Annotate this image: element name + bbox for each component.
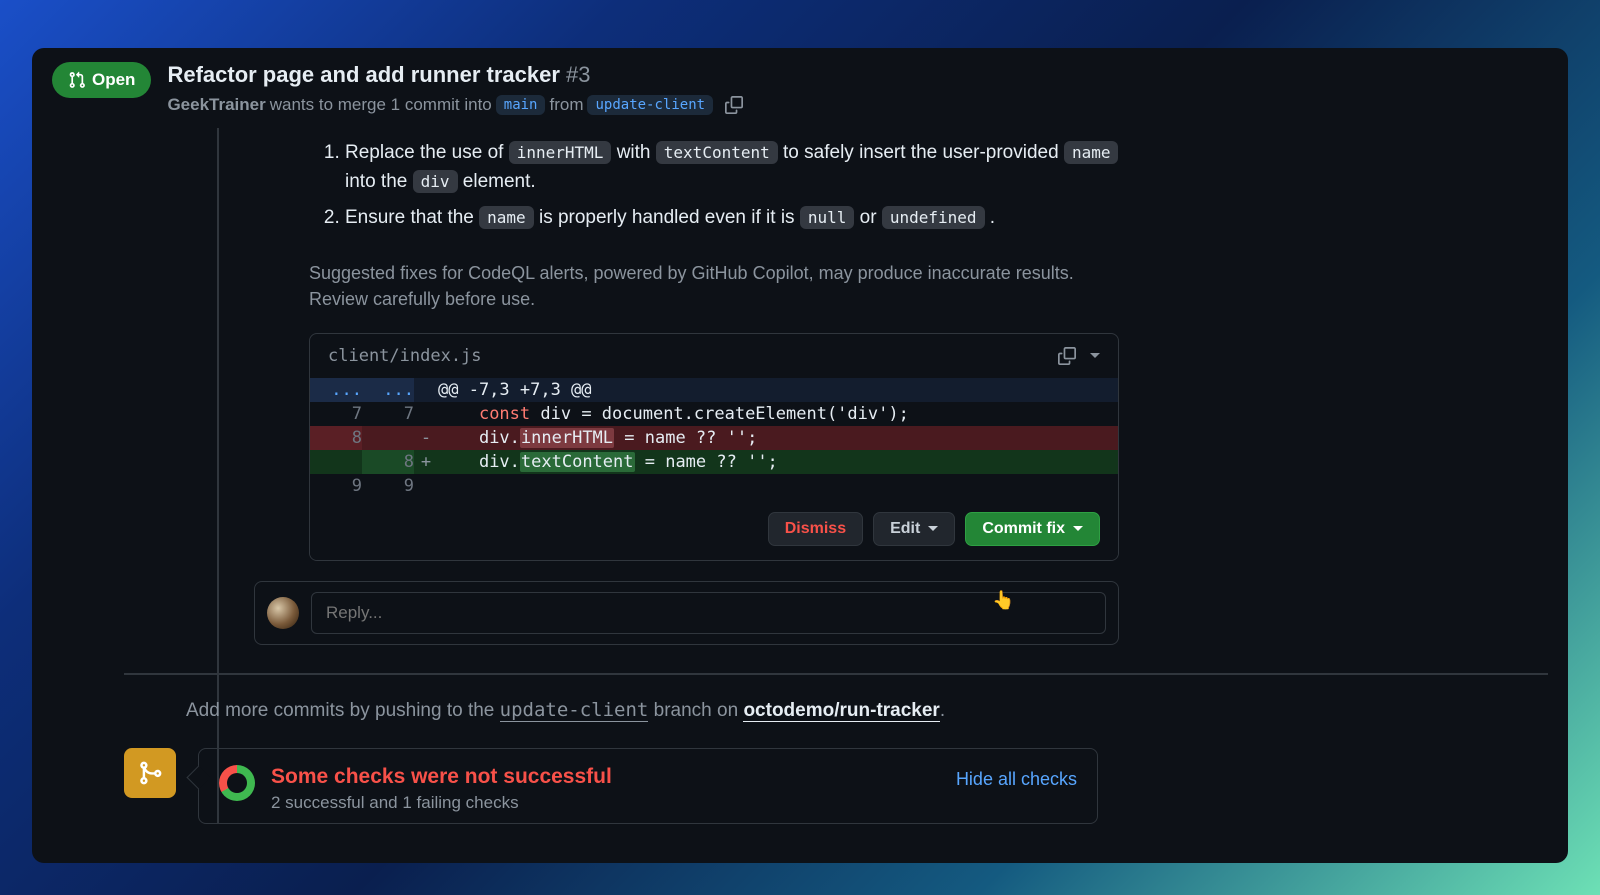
code-chip: textContent bbox=[656, 141, 778, 164]
diff-menu-caret[interactable] bbox=[1090, 353, 1100, 358]
repo-link[interactable]: octodemo/run-tracker bbox=[743, 700, 939, 722]
copy-icon[interactable] bbox=[1058, 347, 1076, 365]
diff-line-deletion: 8 - div.innerHTML = name ?? ''; bbox=[310, 426, 1118, 450]
diff-line-addition: 8 + div.textContent = name ?? ''; bbox=[310, 450, 1118, 474]
status-label: Open bbox=[92, 70, 135, 90]
diff-table: ... ... @@ -7,3 +7,3 @@ 7 7 const div = … bbox=[310, 378, 1118, 498]
comment-body: Replace the use of innerHTML with textCo… bbox=[309, 128, 1119, 561]
diff-actions: Dismiss Edit Commit fix bbox=[310, 498, 1118, 560]
hide-checks-link[interactable]: Hide all checks bbox=[956, 769, 1077, 790]
code-chip: div bbox=[413, 170, 458, 193]
pr-subtitle: GeekTrainer wants to merge 1 commit into… bbox=[167, 92, 747, 118]
pr-author[interactable]: GeekTrainer bbox=[167, 95, 265, 115]
app-window: Open Refactor page and add runner tracke… bbox=[32, 48, 1568, 863]
list-item: Ensure that the name is properly handled… bbox=[345, 203, 1119, 232]
merge-status-icon bbox=[124, 748, 176, 798]
edit-button[interactable]: Edit bbox=[873, 512, 955, 546]
commit-fix-button[interactable]: Commit fix bbox=[965, 512, 1100, 546]
diff-line: 9 9 bbox=[310, 474, 1118, 498]
checks-title: Some checks were not successful bbox=[271, 765, 940, 789]
base-branch-chip[interactable]: main bbox=[496, 95, 546, 115]
checks-subtitle: 2 successful and 1 failing checks bbox=[271, 793, 940, 813]
code-chip: name bbox=[479, 206, 534, 229]
head-branch-chip[interactable]: update-client bbox=[587, 95, 713, 115]
diff-card: client/index.js ... ... bbox=[309, 333, 1119, 561]
list-item: Replace the use of innerHTML with textCo… bbox=[345, 138, 1119, 197]
fix-suggestion-list: Replace the use of innerHTML with textCo… bbox=[309, 138, 1119, 232]
pr-number: #3 bbox=[566, 62, 590, 87]
dismiss-button[interactable]: Dismiss bbox=[768, 512, 863, 546]
copy-branch-icon[interactable] bbox=[721, 92, 747, 118]
push-hint: Add more commits by pushing to the updat… bbox=[186, 699, 1548, 722]
chevron-down-icon bbox=[928, 526, 938, 531]
chevron-down-icon bbox=[1073, 526, 1083, 531]
copilot-disclaimer: Suggested fixes for CodeQL alerts, power… bbox=[309, 260, 1119, 312]
branch-link[interactable]: update-client bbox=[500, 699, 649, 722]
diff-filename[interactable]: client/index.js bbox=[328, 346, 482, 366]
checks-donut-icon bbox=[219, 765, 255, 801]
avatar[interactable] bbox=[267, 597, 299, 629]
diff-line: 7 7 const div = document.createElement('… bbox=[310, 402, 1118, 426]
status-badge-open: Open bbox=[52, 62, 151, 98]
git-pull-request-icon bbox=[68, 71, 86, 89]
checks-card: Some checks were not successful 2 succes… bbox=[198, 748, 1098, 824]
pr-title: Refactor page and add runner tracker #3 bbox=[167, 62, 747, 88]
code-chip: undefined bbox=[882, 206, 985, 229]
reply-input[interactable] bbox=[311, 592, 1106, 634]
hunk-header-row[interactable]: ... ... @@ -7,3 +7,3 @@ bbox=[310, 378, 1118, 402]
reply-row bbox=[254, 581, 1119, 645]
code-chip: name bbox=[1064, 141, 1119, 164]
pr-header: Open Refactor page and add runner tracke… bbox=[32, 48, 1568, 128]
code-chip: innerHTML bbox=[509, 141, 612, 164]
code-chip: null bbox=[800, 206, 855, 229]
